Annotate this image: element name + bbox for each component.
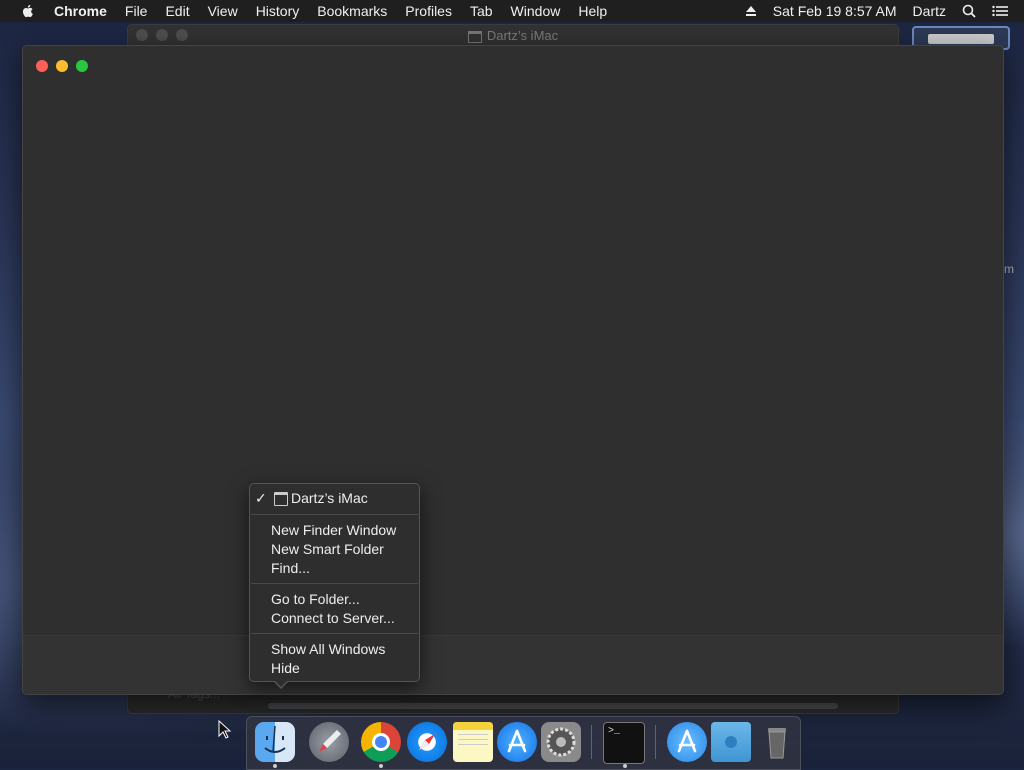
menu-tab[interactable]: Tab	[470, 3, 493, 19]
menu-item-connect-to-server[interactable]: Connect to Server...	[271, 610, 395, 626]
finder-titlebar[interactable]: Dartz’s iMac	[128, 25, 898, 46]
menu-help[interactable]: Help	[578, 3, 607, 19]
running-indicator	[623, 764, 627, 768]
search-icon[interactable]	[962, 4, 976, 18]
menu-item-dartz-imac[interactable]: Dartz’s iMac	[291, 490, 368, 506]
desktop-label: m	[1004, 262, 1014, 276]
imac-icon	[467, 30, 482, 43]
gear-icon[interactable]	[541, 722, 581, 762]
menu-item-find[interactable]: Find...	[271, 560, 310, 576]
terminal-icon[interactable]: >_	[603, 722, 645, 764]
appstore-icon[interactable]	[497, 722, 537, 762]
apple-icon[interactable]	[20, 3, 36, 19]
menu-user[interactable]: Dartz	[913, 3, 946, 19]
horizontal-scrollbar[interactable]	[268, 703, 838, 709]
eject-icon[interactable]	[745, 5, 757, 17]
dock-separator	[591, 725, 592, 759]
dock: >_	[246, 716, 801, 770]
menu-edit[interactable]: Edit	[165, 3, 189, 19]
menu-view[interactable]: View	[208, 3, 238, 19]
appstore-folder-icon[interactable]	[667, 722, 707, 762]
menu-profiles[interactable]: Profiles	[405, 3, 452, 19]
checkmark-icon: ✓	[255, 490, 267, 506]
menu-item-new-finder-window[interactable]: New Finder Window	[271, 522, 396, 538]
safari-icon[interactable]	[407, 722, 447, 762]
launchpad-icon[interactable]	[309, 722, 349, 762]
folder-icon[interactable]	[711, 722, 751, 762]
close-button[interactable]	[36, 60, 48, 72]
minimize-button[interactable]	[56, 60, 68, 72]
menu-item-new-smart-folder[interactable]: New Smart Folder	[271, 541, 384, 557]
menu-item-go-to-folder[interactable]: Go to Folder...	[271, 591, 360, 607]
chrome-window[interactable]	[22, 45, 1004, 695]
window-icon	[274, 492, 288, 506]
finder-icon[interactable]	[255, 722, 295, 762]
window-bottom-area	[23, 635, 1003, 694]
notes-icon[interactable]	[453, 722, 493, 762]
mouse-cursor-icon	[218, 720, 232, 739]
running-indicator	[273, 764, 277, 768]
menu-bar: Chrome File Edit View History Bookmarks …	[0, 0, 1024, 22]
menu-app-name[interactable]: Chrome	[54, 3, 107, 19]
menu-item-show-all-windows[interactable]: Show All Windows	[271, 641, 385, 657]
zoom-button[interactable]	[76, 60, 88, 72]
chrome-icon[interactable]	[361, 722, 401, 762]
trash-icon[interactable]	[757, 722, 797, 762]
menu-window[interactable]: Window	[511, 3, 561, 19]
menu-clock[interactable]: Sat Feb 19 8:57 AM	[773, 3, 897, 19]
list-icon[interactable]	[992, 5, 1008, 17]
dock-context-menu: ✓ Dartz’s iMac New Finder Window New Sma…	[249, 483, 420, 689]
finder-window-title: Dartz’s iMac	[128, 28, 898, 43]
dock-separator	[655, 725, 656, 759]
menu-extras: Sat Feb 19 8:57 AM Dartz	[745, 0, 1024, 22]
menu-item-hide[interactable]: Hide	[271, 660, 300, 676]
menu-bookmarks[interactable]: Bookmarks	[317, 3, 387, 19]
menu-file[interactable]: File	[125, 3, 148, 19]
menu-history[interactable]: History	[256, 3, 300, 19]
running-indicator	[379, 764, 383, 768]
terminal-prompt: >_	[608, 726, 621, 737]
